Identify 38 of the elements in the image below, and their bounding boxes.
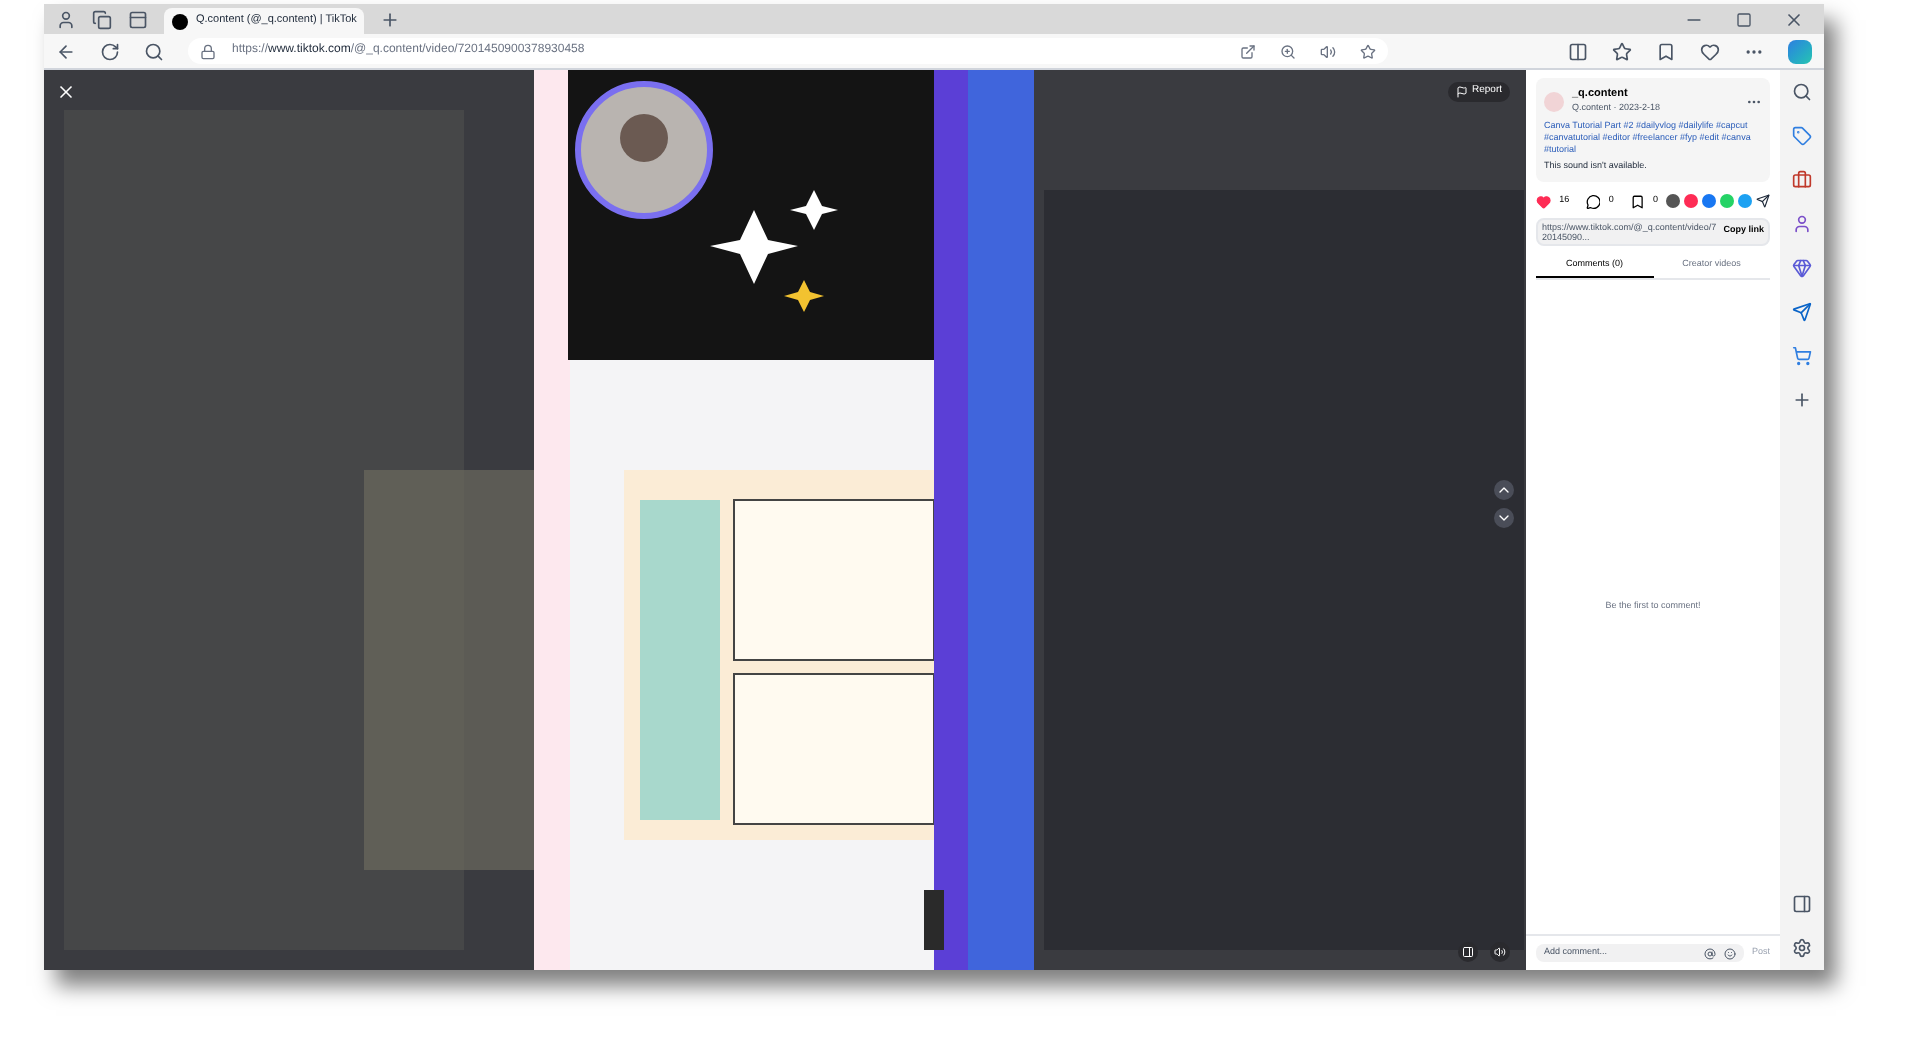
flag-icon xyxy=(1455,86,1468,98)
volume-icon xyxy=(1494,946,1506,958)
tag-icon[interactable] xyxy=(1792,126,1812,146)
floating-player-icon xyxy=(1462,946,1474,958)
back-icon[interactable] xyxy=(56,41,76,61)
lock-icon[interactable] xyxy=(200,43,216,59)
add-icon[interactable] xyxy=(1792,390,1812,410)
read-aloud-icon[interactable] xyxy=(1320,43,1336,59)
refresh-icon[interactable] xyxy=(100,41,120,61)
chevron-up-icon xyxy=(1496,482,1512,498)
maximize-icon[interactable] xyxy=(1736,11,1752,27)
new-tab-icon[interactable] xyxy=(380,9,400,29)
cart-icon[interactable] xyxy=(1792,346,1812,366)
browser-essentials-icon[interactable] xyxy=(1700,41,1720,61)
favorite-icon[interactable] xyxy=(1360,43,1376,59)
open-app-icon[interactable] xyxy=(1240,43,1256,59)
search-icon[interactable] xyxy=(1792,82,1812,102)
chevron-down-icon xyxy=(1496,510,1512,526)
close-icon[interactable] xyxy=(56,82,76,102)
favorites-icon[interactable] xyxy=(1612,41,1632,61)
like-icon[interactable] xyxy=(1536,193,1552,210)
collections-icon[interactable] xyxy=(1656,41,1676,61)
save-icon[interactable] xyxy=(1629,193,1645,210)
zoom-icon[interactable] xyxy=(1280,43,1296,59)
close-icon[interactable] xyxy=(1784,9,1804,29)
mention-icon[interactable] xyxy=(1703,947,1716,959)
settings-icon[interactable] xyxy=(1792,938,1812,958)
emoji-icon[interactable] xyxy=(1723,947,1736,959)
sidebar-icon[interactable] xyxy=(1792,894,1812,914)
search-icon[interactable] xyxy=(144,41,164,61)
tab-actions-icon[interactable] xyxy=(128,9,148,29)
split-screen-icon[interactable] xyxy=(1568,41,1588,61)
briefcase-icon[interactable] xyxy=(1792,170,1812,190)
workspaces-icon[interactable] xyxy=(92,9,112,29)
profile-icon[interactable] xyxy=(56,9,76,29)
comment-icon[interactable] xyxy=(1585,193,1601,210)
gem-icon[interactable] xyxy=(1792,258,1812,278)
people-icon[interactable] xyxy=(1792,214,1812,234)
